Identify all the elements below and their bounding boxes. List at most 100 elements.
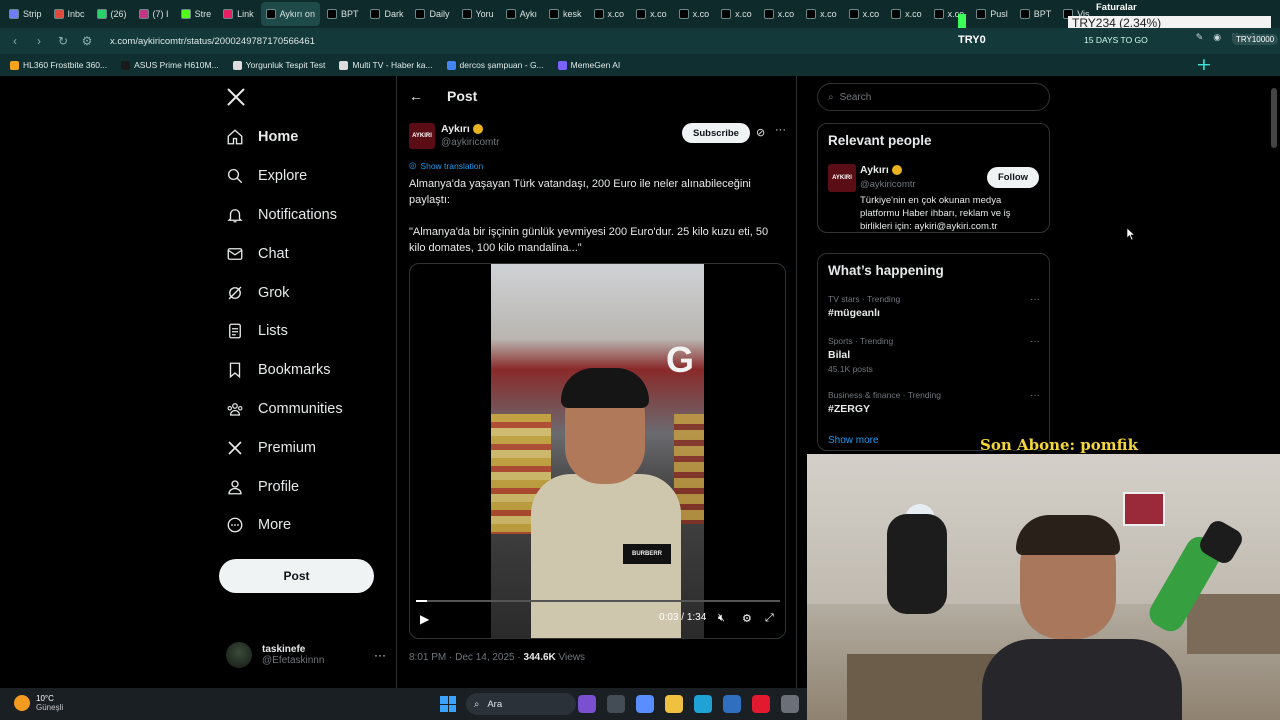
grok-icon (228, 286, 242, 300)
video-frame[interactable]: G BURBERR (491, 264, 704, 638)
relevant-avatar[interactable]: AYKIRI (828, 164, 856, 192)
browser-tab[interactable]: Aykı (501, 2, 542, 26)
trend-item[interactable]: Sports · Trending Bilal 45.1K posts ··· (828, 336, 1040, 374)
explorer-app-icon[interactable] (665, 695, 683, 713)
browser-tab[interactable]: Pusl (971, 2, 1013, 26)
camera-icon[interactable]: ◉ (1213, 32, 1221, 43)
sidebar-item-notifications[interactable]: Notifications (226, 196, 343, 235)
browser-tab[interactable]: Dark (365, 2, 408, 26)
browser-tab[interactable]: BPT (1015, 2, 1057, 26)
edge-app-icon[interactable] (694, 695, 712, 713)
browser-tab[interactable]: x.co (844, 2, 885, 26)
browser-tab[interactable]: x.co (631, 2, 672, 26)
browser-tab[interactable]: Strip (4, 2, 47, 26)
sidebar-item-chat[interactable]: Chat (226, 234, 343, 273)
site-settings-icon[interactable]: ⚙ (80, 34, 94, 48)
follow-button[interactable]: Follow (987, 167, 1039, 188)
edit-icon[interactable]: ✎ (1196, 32, 1204, 43)
scrollbar-thumb[interactable] (1271, 88, 1277, 148)
post-timestamp[interactable]: 8:01 PM · Dec 14, 2025 · (409, 652, 524, 663)
bookmark-item[interactable]: Yorgunluk Tespit Test (232, 60, 325, 70)
relevant-handle[interactable]: @aykiricomtr (860, 179, 916, 190)
browser-tab[interactable]: (7) I (134, 2, 174, 26)
opera-app-icon[interactable] (752, 695, 770, 713)
browser-tab[interactable]: BPT (322, 2, 364, 26)
relevant-name[interactable]: Aykırı (860, 164, 889, 176)
browser-tab[interactable]: Inbc (49, 2, 90, 26)
author-avatar[interactable]: AYKIRI (409, 123, 435, 149)
settings-gear-icon[interactable]: ⚙ (742, 612, 752, 625)
sidebar-item-profile[interactable]: Profile (226, 467, 343, 506)
more-dots-icon[interactable]: ··· (374, 648, 386, 662)
more-dots-icon[interactable]: ··· (1030, 294, 1040, 305)
browser-tab[interactable]: Aykırı on (260, 2, 320, 26)
weather-widget[interactable]: 10°C Güneşli (14, 694, 63, 712)
windows-taskbar: 10°C Güneşli ⌕ Ara (0, 688, 807, 720)
forward-arrow-icon[interactable]: › (32, 34, 46, 48)
taskbar-search[interactable]: ⌕ Ara (466, 693, 576, 715)
relevant-name-row[interactable]: Aykırı (860, 164, 902, 176)
more-dots-icon[interactable]: ··· (1030, 390, 1040, 401)
sidebar-item-grok[interactable]: Grok (226, 273, 343, 312)
bookmark-item[interactable]: HL360 Frostbite 360... (10, 60, 107, 70)
reload-icon[interactable]: ↻ (56, 34, 70, 48)
show-more-link[interactable]: Show more (828, 435, 879, 446)
copilot-app-icon[interactable] (636, 695, 654, 713)
play-icon[interactable]: ▶ (420, 612, 429, 626)
sidebar-item-lists[interactable]: Lists (226, 312, 343, 351)
browser-tab[interactable]: Daily (410, 2, 454, 26)
store-app-icon[interactable] (723, 695, 741, 713)
settings-app-icon[interactable] (781, 695, 799, 713)
bookmark-item[interactable]: dercos şampuan - G... (446, 60, 544, 70)
mute-icon[interactable]: 🔇︎ (718, 612, 725, 625)
account-switcher[interactable]: taskinefe @Efetaskinnn ··· (226, 642, 386, 668)
bookmark-item[interactable]: Multi TV - Haber ka... (339, 60, 433, 70)
back-arrow-icon[interactable]: ← (409, 88, 423, 104)
tab-favicon-icon (976, 9, 987, 19)
back-arrow-icon[interactable]: ‹ (8, 34, 22, 48)
sidebar-item-explore[interactable]: Explore (226, 157, 343, 196)
grok-icon[interactable]: ⊘ (756, 126, 765, 139)
browser-tab[interactable]: Yoru (457, 2, 499, 26)
browser-tab[interactable]: x.co (801, 2, 842, 26)
trend-item[interactable]: Business & finance · Trending #ZERGY ··· (828, 390, 1040, 415)
author-name[interactable]: Aykırı (441, 123, 470, 135)
browser-tab[interactable]: Link (218, 2, 259, 26)
fullscreen-icon[interactable]: ⤢ (765, 612, 774, 625)
video-progress-bar[interactable] (416, 600, 780, 602)
sidebar-item-bookmarks[interactable]: Bookmarks (226, 351, 343, 390)
sidebar-item-home[interactable]: Home (226, 118, 343, 157)
files-app-icon[interactable] (607, 695, 625, 713)
trend-name: #mügeanlı (828, 307, 880, 319)
url-field[interactable]: x.com/aykiricomtr/status/200024978717056… (110, 36, 315, 47)
x-logo-icon[interactable] (226, 87, 246, 107)
browser-tab[interactable]: x.co (589, 2, 630, 26)
author-handle[interactable]: @aykiricomtr (441, 137, 500, 148)
trend-item[interactable]: TV stars · Trending #mügeanlı ··· (828, 294, 1040, 319)
more-dots-icon[interactable]: ··· (775, 124, 786, 136)
search-input[interactable]: ⌕ Search (817, 83, 1050, 111)
sidebar-item-communities[interactable]: Communities (226, 390, 343, 429)
bookmark-item[interactable]: ASUS Prime H610M... (121, 60, 219, 70)
browser-tab[interactable]: x.co (759, 2, 800, 26)
video-player[interactable]: G BURBERR ▶ 0:03 / 1:34 🔇︎ ⚙ ⤢ (409, 263, 786, 639)
windows-start-icon[interactable] (440, 696, 456, 712)
tab-label: Inbc (67, 9, 85, 19)
browser-tab[interactable]: (26) (92, 2, 132, 26)
browser-tab[interactable]: kesk (544, 2, 587, 26)
more-dots-icon[interactable]: ··· (1030, 336, 1040, 347)
game-app-icon[interactable] (578, 695, 596, 713)
show-translation-link[interactable]: ◎ Show translation (409, 160, 483, 171)
browser-tab[interactable]: x.co (674, 2, 715, 26)
subscribe-button[interactable]: Subscribe (682, 123, 750, 143)
bookmark-item[interactable]: MemeGen AI (557, 60, 620, 70)
sidebar-item-label: Communities (258, 400, 343, 417)
verified-badge-icon (891, 165, 902, 175)
browser-tab[interactable]: Stre (176, 2, 217, 26)
browser-tab[interactable]: x.co (716, 2, 757, 26)
sidebar-item-more[interactable]: More (226, 506, 343, 545)
browser-tab[interactable]: x.co (886, 2, 927, 26)
sidebar-item-premium[interactable]: Premium (226, 428, 343, 467)
author-name-row[interactable]: Aykırı (441, 123, 483, 135)
post-button[interactable]: Post (219, 559, 374, 593)
